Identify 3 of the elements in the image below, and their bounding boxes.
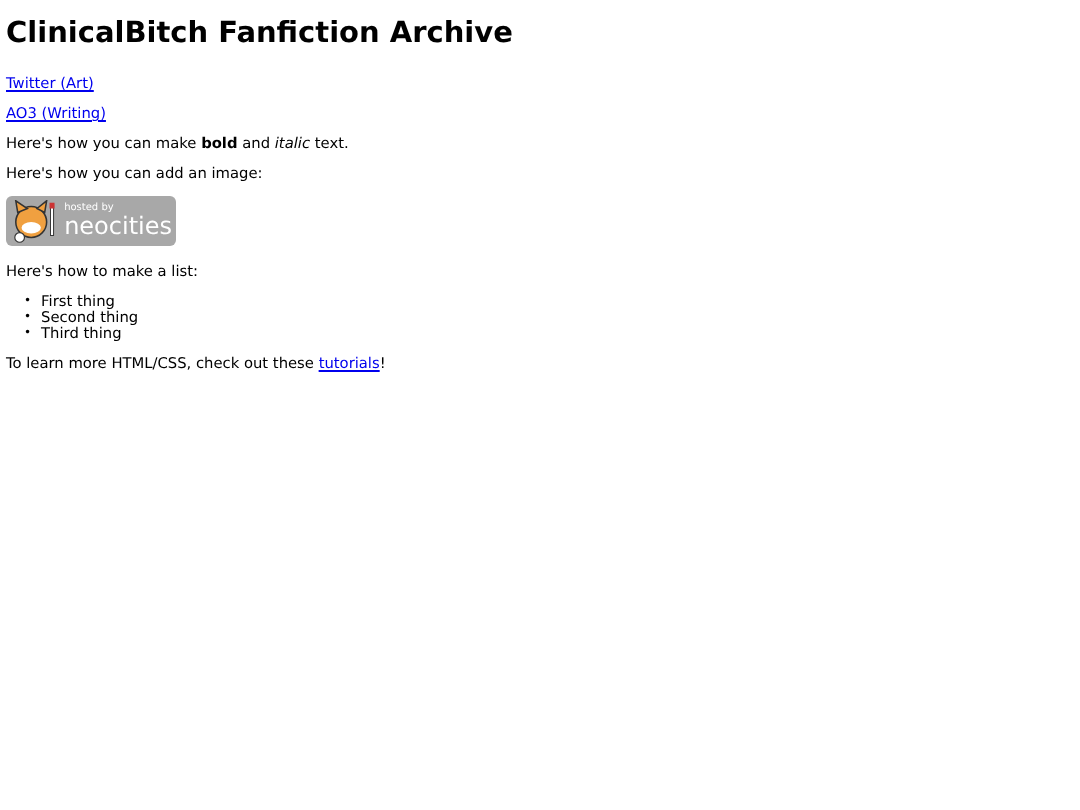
page-title: ClinicalBitch Fanfiction Archive bbox=[6, 16, 515, 52]
cat-mascot-icon bbox=[10, 199, 61, 243]
badge-brand: neocities bbox=[64, 214, 172, 238]
